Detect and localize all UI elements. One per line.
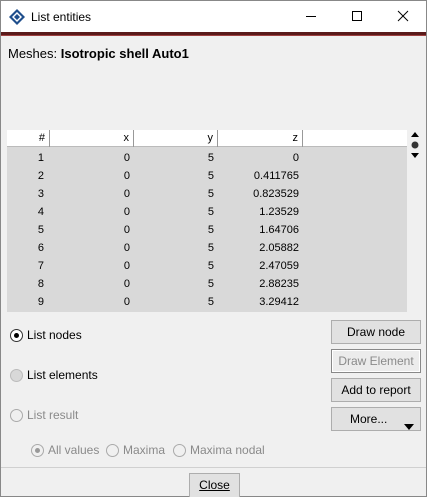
- cell-index: 2: [37, 170, 44, 182]
- close-icon: [397, 10, 409, 22]
- cell-y: 5: [207, 260, 214, 272]
- cell-x: 0: [123, 260, 130, 272]
- draw-node-button[interactable]: Draw node: [331, 320, 421, 344]
- list-elements-radio[interactable]: [10, 369, 23, 382]
- cell-x: 0: [123, 188, 130, 200]
- all-values-radio[interactable]: [31, 444, 44, 457]
- list-entities-window: List entities Meshes: Isotropic shell Au…: [0, 0, 427, 497]
- cell-y: 5: [207, 296, 214, 308]
- maxima-radio[interactable]: [106, 444, 119, 457]
- maxima-nodal-radio[interactable]: [173, 444, 186, 457]
- cell-index: 5: [37, 224, 44, 236]
- meshes-value: Isotropic shell Auto1: [60, 46, 189, 61]
- table-row[interactable]: 5 0 5 1.64706: [7, 221, 407, 239]
- add-to-report-button[interactable]: Add to report: [331, 378, 421, 402]
- table-header: # x y z: [7, 130, 407, 147]
- table-row[interactable]: 6 0 5 2.05882: [7, 239, 407, 257]
- cell-x: 0: [123, 242, 130, 254]
- cell-index: 6: [37, 242, 44, 254]
- list-result-radio[interactable]: [10, 409, 23, 422]
- cell-z: 3.29412: [259, 296, 299, 308]
- table-scrollbar[interactable]: [409, 130, 421, 160]
- cell-index: 1: [37, 152, 44, 164]
- meshes-line: Meshes: Isotropic shell Auto1: [8, 46, 189, 61]
- cell-z: 0.823529: [253, 188, 299, 200]
- table-row[interactable]: 1050: [7, 149, 407, 167]
- cell-index: 8: [37, 278, 44, 290]
- list-nodes-label: List nodes: [27, 328, 82, 342]
- table-row[interactable]: 7 0 5 2.47059: [7, 257, 407, 275]
- table-row[interactable]: 4 0 5 1.23529: [7, 203, 407, 221]
- cell-y: 5: [207, 278, 214, 290]
- table-row[interactable]: 9 0 5 3.29412: [7, 293, 407, 311]
- table-rows: 1 0 5 0 2 0 5 0.411765 3 0 5 0.823529 4 0 5 1.23529 5 0 5 1…: [7, 149, 407, 311]
- cell-x: 0: [123, 170, 130, 182]
- app-logo-icon: [9, 9, 25, 25]
- list-nodes-radio[interactable]: [10, 329, 23, 342]
- cell-z: 0.411765: [253, 170, 299, 182]
- column-header-y[interactable]: y: [134, 130, 218, 147]
- maxima-nodal-label: Maxima nodal: [190, 443, 265, 457]
- close-window-button[interactable]: [380, 1, 426, 32]
- cell-y: 5: [207, 188, 214, 200]
- cell-z: 1.64706: [259, 224, 299, 236]
- cell-z: 2.88235: [259, 278, 299, 290]
- cell-y: 5: [207, 170, 214, 182]
- maximize-button[interactable]: [334, 1, 380, 32]
- cell-index: 9: [37, 296, 44, 308]
- cell-y: 5: [207, 152, 214, 164]
- cell-z: 2.05882: [259, 242, 299, 254]
- table-body-area[interactable]: # x y z 1 0 5 0 2 0 5 0.411765 3 0 5 0.823529 4 0 5 1.2…: [7, 130, 407, 312]
- maximize-icon: [352, 11, 362, 21]
- more-label: More...: [350, 412, 388, 426]
- meshes-label: Meshes:: [8, 46, 58, 61]
- cell-z: 2.47059: [259, 260, 299, 272]
- maxima-label: Maxima: [123, 443, 166, 457]
- cell-x: 0: [123, 224, 130, 236]
- footer-divider: [1, 467, 426, 468]
- cell-z: 1.23529: [259, 206, 299, 218]
- cell-y: 5: [207, 224, 214, 236]
- column-header-x[interactable]: x: [50, 130, 134, 147]
- close-button[interactable]: Close: [189, 473, 240, 497]
- title-bar[interactable]: List entities: [1, 1, 426, 32]
- table-row[interactable]: 3 0 5 0.823529: [7, 185, 407, 203]
- cell-x: 0: [123, 206, 130, 218]
- table-row[interactable]: 8 0 5 2.88235: [7, 275, 407, 293]
- dropdown-arrow-icon: [404, 416, 414, 438]
- cell-y: 5: [207, 206, 214, 218]
- cell-x: 0: [123, 152, 130, 164]
- cell-x: 0: [123, 278, 130, 290]
- minimize-icon: [306, 16, 316, 17]
- draw-element-button[interactable]: Draw Element: [331, 349, 421, 373]
- title-divider: [1, 32, 426, 36]
- minimize-button[interactable]: [288, 1, 334, 32]
- list-result-label: List result: [27, 408, 79, 422]
- entities-table[interactable]: # x y z 1 0 5 0 2 0 5 0.411765 3 0 5 0.823529 4 0 5 1.2…: [7, 130, 421, 312]
- list-elements-label: List elements: [27, 368, 98, 382]
- table-row[interactable]: 2 0 5 0.411765: [7, 167, 407, 185]
- cell-index: 3: [37, 188, 44, 200]
- cell-y: 5: [207, 242, 214, 254]
- cell-index: 7: [37, 260, 44, 272]
- more-button[interactable]: More...: [331, 407, 421, 431]
- cell-index: 4: [37, 206, 44, 218]
- all-values-label: All values: [48, 443, 100, 457]
- column-header-z[interactable]: z: [218, 130, 303, 147]
- cell-z: 0: [292, 152, 299, 164]
- window-title: List entities: [31, 10, 92, 24]
- cell-x: 0: [123, 296, 130, 308]
- column-header-index[interactable]: #: [7, 130, 50, 147]
